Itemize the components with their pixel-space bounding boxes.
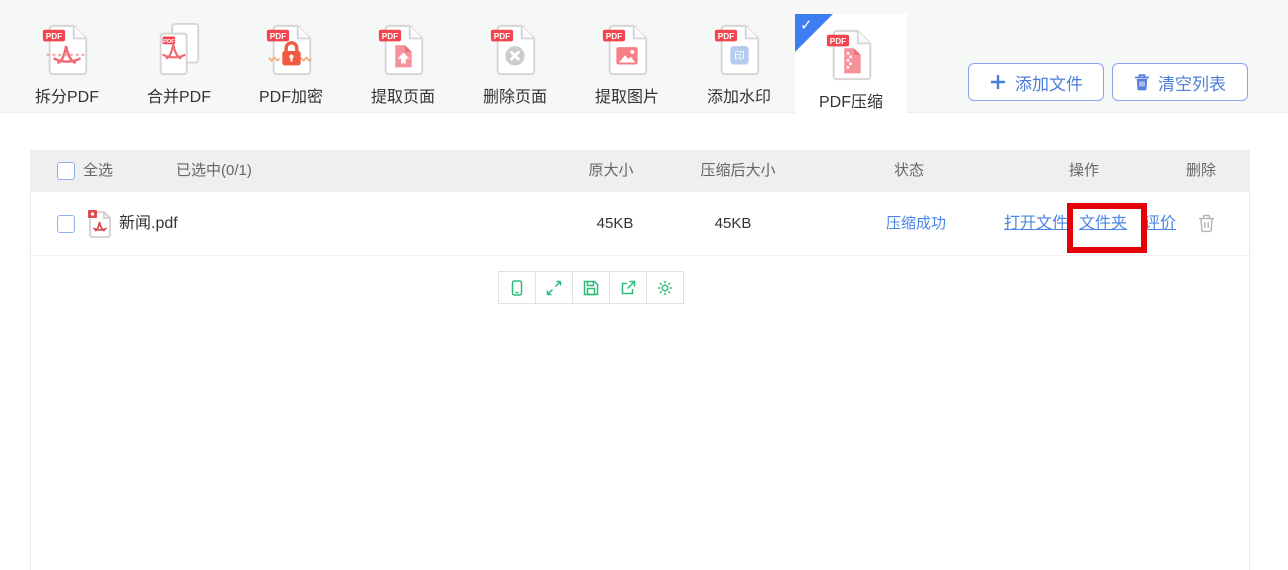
col-original-size: 原大小 [588,150,633,192]
tab-label: 添加水印 [707,83,771,107]
folder-link[interactable]: 文件夹 [1079,192,1127,255]
add-file-label: 添加文件 [1015,70,1083,95]
extract-pages-icon: PDF [376,21,430,79]
svg-text:PDF: PDF [270,32,286,41]
add-file-button[interactable]: 添加文件 [968,63,1104,101]
tab-split-pdf[interactable]: PDF 拆分PDF [11,0,123,112]
table-row: 新闻.pdf 45KB 45KB 压缩成功 打开文件 文件夹 评价 [31,192,1249,256]
tab-extract-images[interactable]: PDF 提取图片 [571,0,683,112]
row-checkbox[interactable] [57,215,75,233]
open-file-link[interactable]: 打开文件 [1004,192,1068,255]
tab-compress-pdf[interactable]: ✓ PDF PDF压缩 [795,14,907,122]
expand-icon[interactable] [535,271,573,304]
watermark-icon: 印 PDF [712,21,766,79]
split-pdf-icon: PDF [40,21,94,79]
svg-text:PDF: PDF [718,32,734,41]
file-list-panel: 全选 已选中(0/1) 原大小 压缩后大小 状态 操作 删除 新闻.pdf 45… [30,150,1250,570]
share-icon[interactable] [609,271,647,304]
check-icon: ✓ [800,16,813,34]
clear-list-label: 清空列表 [1158,70,1226,95]
file-name: 新闻.pdf [119,192,178,255]
col-status: 状态 [894,150,924,192]
trash-icon [1134,74,1150,91]
svg-text:PDF: PDF [46,32,62,41]
merge-pdf-icon: PDF [152,21,206,79]
tab-label: 提取页面 [371,83,435,107]
delete-row-icon[interactable] [1198,214,1215,238]
svg-text:PDF: PDF [494,32,510,41]
delete-pages-icon: PDF [488,21,542,79]
status-text: 压缩成功 [886,192,946,255]
plus-icon [989,73,1007,91]
col-compressed-size: 压缩后大小 [700,150,775,192]
selected-count: 已选中(0/1) [176,150,252,192]
svg-text:PDF: PDF [382,32,398,41]
pdf-file-icon [87,209,113,244]
tool-tabs: PDF 拆分PDF PDF 合并PDF [11,0,907,122]
col-delete: 删除 [1186,150,1216,192]
tab-add-watermark[interactable]: 印 PDF 添加水印 [683,0,795,112]
tab-delete-pages[interactable]: PDF 删除页面 [459,0,571,112]
col-operation: 操作 [1069,150,1099,192]
extract-images-icon: PDF [600,21,654,79]
phone-icon[interactable] [498,271,536,304]
list-header: 全选 已选中(0/1) 原大小 压缩后大小 状态 操作 删除 [31,150,1249,192]
svg-text:印: 印 [734,51,745,63]
compressed-size-value: 45KB [715,192,752,255]
tab-encrypt-pdf[interactable]: PDF PDF加密 [235,0,347,112]
svg-text:PDF: PDF [606,32,622,41]
tab-extract-pages[interactable]: PDF 提取页面 [347,0,459,112]
settings-icon[interactable] [646,271,684,304]
tab-label: PDF压缩 [819,88,883,112]
save-icon[interactable] [572,271,610,304]
encrypt-pdf-icon: PDF [264,21,318,79]
original-size-value: 45KB [597,192,634,255]
tab-label: 删除页面 [483,83,547,107]
tab-label: PDF加密 [259,83,323,107]
select-all-label: 全选 [83,150,113,192]
tab-label: 拆分PDF [35,83,99,107]
tab-merge-pdf[interactable]: PDF 合并PDF [123,0,235,112]
svg-text:PDF: PDF [163,39,175,45]
tab-label: 提取图片 [595,83,659,107]
clear-list-button[interactable]: 清空列表 [1112,63,1248,101]
float-toolbar [498,271,684,304]
select-all-checkbox[interactable] [57,162,75,180]
tab-label: 合并PDF [147,83,211,107]
rate-link[interactable]: 评价 [1144,192,1176,255]
